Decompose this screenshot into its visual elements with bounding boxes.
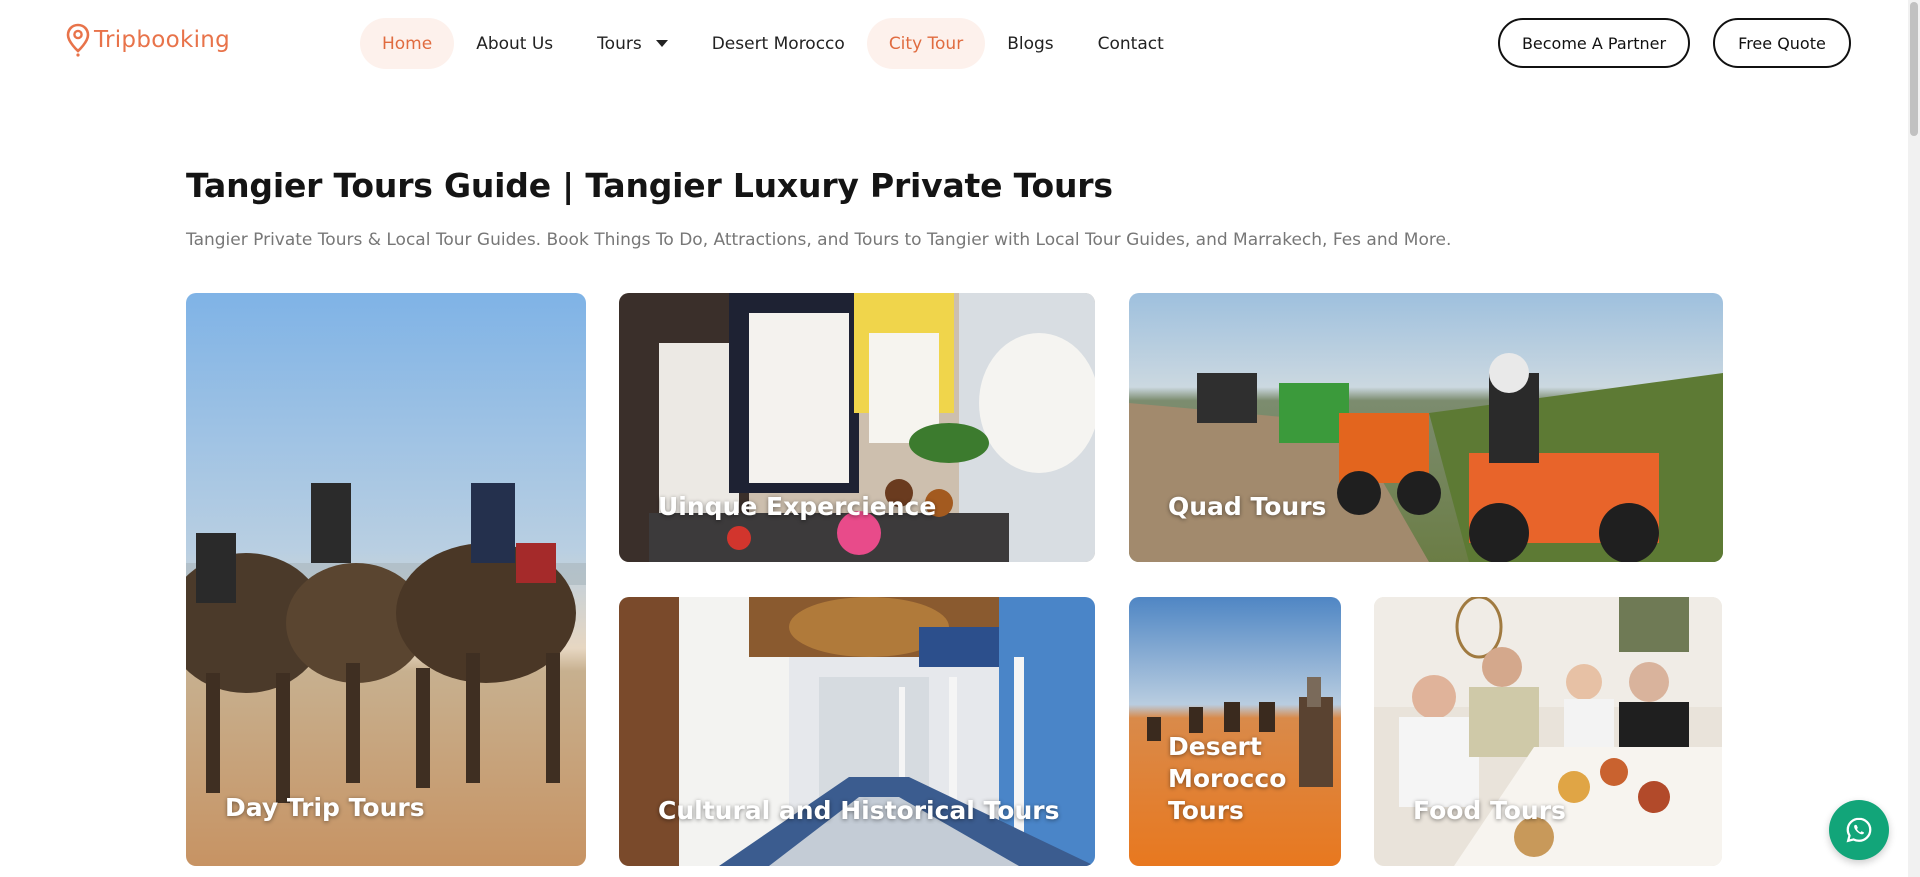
site-header: Tripbooking Home About Us Tours Desert M… (0, 0, 1908, 86)
nav-item-label: Contact (1097, 33, 1164, 54)
whatsapp-button[interactable] (1829, 800, 1889, 860)
nav-item-label: City Tour (888, 33, 964, 54)
brand-logo[interactable]: Tripbooking (66, 22, 230, 58)
main-nav: Home About Us Tours Desert Morocco City … (360, 18, 1186, 69)
tour-card-day-trip[interactable]: Day Trip Tours (186, 293, 586, 866)
tour-card-label: Quad Tours (1168, 492, 1327, 521)
tour-card-cultural-historical[interactable]: Cultural and Historical Tours (619, 597, 1095, 866)
brand-name: Tripbooking (94, 27, 231, 53)
nav-item-label: About Us (476, 33, 554, 54)
tour-card-label: Desert Morocco Tours (1168, 732, 1287, 825)
whatsapp-icon (1846, 817, 1872, 843)
tour-card-desert-morocco[interactable]: Desert Morocco Tours (1129, 597, 1341, 866)
nav-item-city-tour[interactable]: City Tour (866, 18, 986, 69)
caret-down-icon (655, 40, 668, 47)
nav-item-contact[interactable]: Contact (1076, 18, 1186, 69)
tour-card-label: Uinque Expercience (658, 492, 937, 521)
tour-card-label: Day Trip Tours (225, 793, 425, 822)
nav-item-blogs[interactable]: Blogs (985, 18, 1075, 69)
nav-item-about-us[interactable]: About Us (454, 18, 575, 69)
nav-item-label: Desert Morocco (711, 33, 845, 54)
tour-card-unique-experience[interactable]: Uinque Expercience (619, 293, 1095, 562)
nav-item-label: Tours (597, 33, 642, 54)
tour-card-food[interactable]: Food Tours (1374, 597, 1722, 866)
nav-item-label: Home (382, 33, 433, 54)
nav-item-desert-morocco[interactable]: Desert Morocco (690, 18, 867, 69)
camel-beach-photo (186, 293, 586, 866)
scrollbar-thumb[interactable] (1910, 2, 1918, 136)
tour-card-label: Food Tours (1413, 796, 1566, 825)
page-subtitle: Tangier Private Tours & Local Tour Guide… (186, 230, 1452, 250)
tour-card-quad[interactable]: Quad Tours (1129, 293, 1723, 562)
become-partner-button[interactable]: Become A Partner (1498, 18, 1690, 68)
page-scrollbar[interactable] (1908, 0, 1920, 877)
nav-item-tours[interactable]: Tours (575, 18, 690, 69)
location-pin-icon (66, 23, 90, 57)
nav-item-label: Blogs (1007, 33, 1054, 54)
nav-item-home[interactable]: Home (360, 18, 455, 69)
tour-card-label: Cultural and Historical Tours (658, 796, 1060, 825)
free-quote-button[interactable]: Free Quote (1713, 18, 1851, 68)
page-title: Tangier Tours Guide | Tangier Luxury Pri… (186, 166, 1113, 205)
